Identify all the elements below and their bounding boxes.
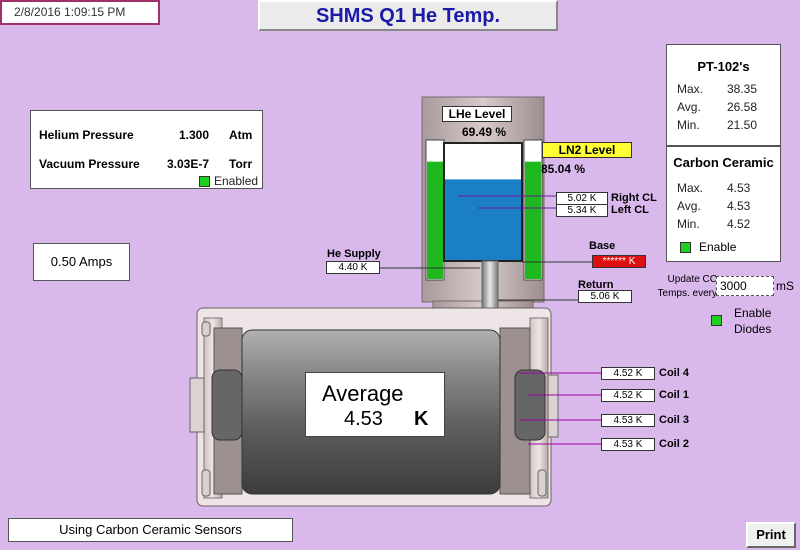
status-bar: Using Carbon Ceramic Sensors xyxy=(8,518,293,542)
base-label: Base xyxy=(589,240,616,252)
lhe-fill xyxy=(445,179,521,260)
ln2-level-value: 85.04 % xyxy=(541,162,586,176)
average-value: 4.53 xyxy=(344,408,383,430)
return-readout: 5.06 K xyxy=(578,290,632,303)
ln2-right-fill xyxy=(525,161,541,279)
coil-3-label: Coil 3 xyxy=(659,414,689,426)
coil-1-readout: 4.52 K xyxy=(601,389,655,402)
he-supply-label: He Supply xyxy=(327,248,381,260)
coil-4-readout: 4.52 K xyxy=(601,367,655,380)
ln2-level-label: LN2 Level xyxy=(542,142,632,158)
coil-1-label: Coil 1 xyxy=(659,389,689,401)
left-cl-readout: 5.34 K xyxy=(556,204,608,217)
lhe-level-label: LHe Level xyxy=(442,106,512,122)
ln2-left-fill xyxy=(427,161,443,279)
coil-3-readout: 4.53 K xyxy=(601,414,655,427)
coil-2-readout: 4.53 K xyxy=(601,438,655,451)
base-readout: ****** K xyxy=(592,255,646,268)
magnet-diagram xyxy=(189,96,601,507)
right-cl-label: Right CL xyxy=(611,192,657,204)
average-panel: Average 4.53 K xyxy=(305,372,445,437)
lhe-level-value: 69.49 % xyxy=(462,125,507,139)
he-supply-readout: 4.40 K xyxy=(326,261,380,274)
left-cl-label: Left CL xyxy=(611,204,649,216)
coil-2-label: Coil 2 xyxy=(659,438,689,450)
average-unit: K xyxy=(414,408,429,430)
print-button[interactable]: Print xyxy=(746,522,796,548)
coil-4-label: Coil 4 xyxy=(659,367,689,379)
average-label: Average xyxy=(322,381,404,406)
